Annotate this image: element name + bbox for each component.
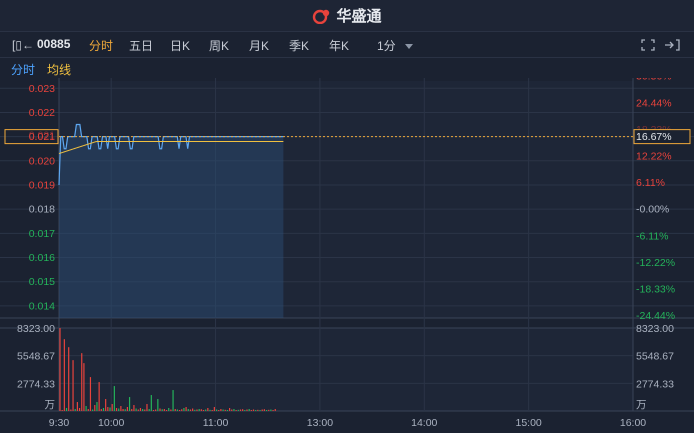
time-tick-label: 15:00	[515, 417, 541, 429]
time-tick-label: 16:00	[620, 417, 646, 429]
pct-tick-label: 12.22%	[636, 150, 672, 162]
tab-five-day[interactable]: 五日	[129, 37, 153, 54]
tab-intraday[interactable]: 分时	[89, 37, 113, 54]
chart-toolbar: [▯← 00885 分时 五日 日K 周K 月K 季K 年K 1分	[0, 32, 694, 58]
volume-tick-left: 8323.00	[17, 323, 55, 335]
price-tick-label: 0.015	[29, 276, 55, 288]
price-tick-label: 0.020	[29, 155, 55, 167]
price-tick-label: 0.021	[29, 131, 55, 143]
pct-tick-label: 16.67%	[636, 131, 672, 143]
price-tick-label: 0.022	[29, 107, 55, 119]
interval-select[interactable]: 1分	[377, 37, 414, 54]
volume-pane-bg	[59, 328, 633, 411]
tab-monthly-k[interactable]: 月K	[249, 37, 269, 54]
price-fill-area	[59, 124, 284, 318]
time-tick-label: 14:00	[411, 417, 437, 429]
tab-weekly-k[interactable]: 周K	[209, 37, 229, 54]
indicator-intraday[interactable]: 分时	[11, 61, 35, 78]
pct-tick-label: -18.33%	[636, 283, 675, 295]
price-tick-label: 0.016	[29, 252, 55, 264]
volume-tick-right: 2774.33	[636, 378, 674, 390]
brand-name: 华盛通	[336, 8, 382, 25]
pct-tick-label: 6.11%	[636, 177, 665, 189]
exit-icon[interactable]	[664, 39, 680, 51]
pct-tick-label: 30.56%	[636, 78, 672, 83]
price-tick-label: 0.018	[29, 204, 55, 216]
time-tick-label: 13:00	[307, 417, 333, 429]
brand-icon	[313, 9, 330, 24]
price-tick-label: 0.023	[29, 83, 55, 95]
pct-tick-label: -0.00%	[636, 204, 669, 216]
price-tick-label: 0.014	[29, 300, 55, 312]
intraday-chart: 0.0230.0220.0210.0210.0200.0190.0180.017…	[0, 78, 694, 433]
time-tick-label: 11:00	[203, 417, 229, 429]
volume-tick-left: 5548.67	[17, 351, 55, 363]
indicator-average[interactable]: 均线	[47, 61, 71, 78]
price-tick-label: 0.017	[29, 228, 55, 240]
pct-tick-label: -24.44%	[636, 310, 675, 322]
volume-tick-right: 5548.67	[636, 351, 674, 363]
stock-code: 00885	[37, 37, 71, 51]
tab-daily-k[interactable]: 日K	[170, 37, 190, 54]
pct-tick-label: -12.22%	[636, 257, 675, 269]
tab-yearly-k[interactable]: 年K	[329, 37, 349, 54]
volume-tick-right: 万	[636, 399, 647, 411]
volume-tick-left: 2774.33	[17, 378, 55, 390]
price-tick-label: 0.019	[29, 179, 55, 191]
volume-tick-left: 万	[45, 399, 56, 411]
pct-tick-label: -6.11%	[636, 230, 669, 242]
tab-quarterly-k[interactable]: 季K	[289, 37, 309, 54]
time-tick-label: 10:00	[98, 417, 124, 429]
interval-value: 1分	[377, 39, 396, 53]
pct-tick-label: 24.44%	[636, 97, 672, 109]
indicator-bar: 分时 均线	[0, 58, 694, 78]
brand-logo: 华盛通	[312, 5, 382, 26]
collapse-panel-icon[interactable]: [▯←	[12, 38, 34, 52]
expand-icon[interactable]	[641, 39, 655, 51]
time-tick-label: 9:30	[49, 417, 70, 429]
app-header: 华盛通	[0, 0, 694, 32]
volume-tick-right: 8323.00	[636, 323, 674, 335]
chevron-down-icon	[405, 44, 414, 50]
